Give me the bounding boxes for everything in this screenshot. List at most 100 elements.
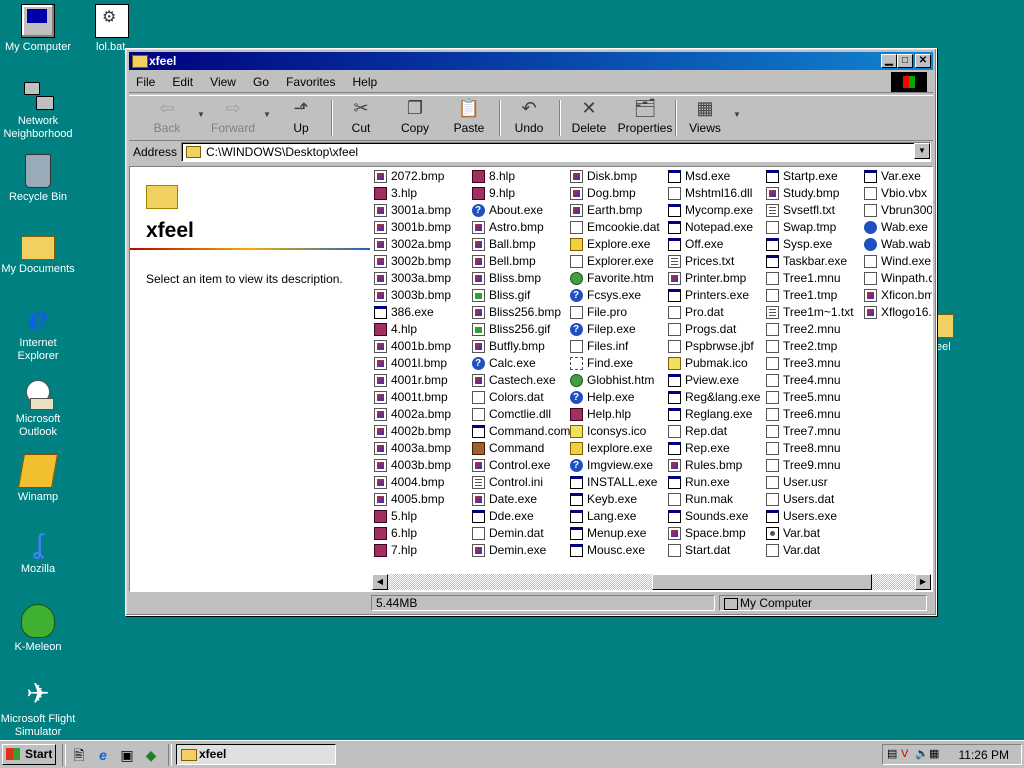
file-item[interactable]: Disk.bmp [568,168,666,185]
file-item[interactable]: Rep.dat [666,423,764,440]
menu-favorites[interactable]: Favorites [279,72,342,92]
forward-button[interactable]: ⇨ Forward [205,98,261,138]
file-item[interactable]: Tree9.mnu [764,457,862,474]
chevron-down-icon[interactable]: ▼ [197,110,205,119]
desktop-icon-microsoft-outlook[interactable]: Microsoft Outlook [0,378,76,439]
file-item[interactable]: 3003b.bmp [372,287,470,304]
chevron-down-icon[interactable]: ▼ [263,110,271,119]
file-item[interactable]: Start.dat [666,542,764,559]
desktop-icon-internet-explorer[interactable]: e Internet Explorer [0,302,76,363]
file-item[interactable]: 4001b.bmp [372,338,470,355]
file-item[interactable]: Ball.bmp [470,236,568,253]
desktop-icon-network-neighborhood[interactable]: Network Neighborhood [0,80,76,141]
file-item[interactable]: Progs.dat [666,321,764,338]
file-item[interactable]: 4.hlp [372,321,470,338]
file-item[interactable]: 4001r.bmp [372,372,470,389]
taskbar-button-xfeel[interactable]: xfeel [176,744,336,765]
file-item[interactable]: 5.hlp [372,508,470,525]
file-item[interactable]: 4002b.bmp [372,423,470,440]
file-item[interactable]: Colors.dat [470,389,568,406]
file-item[interactable]: Explorer.exe [568,253,666,270]
file-item[interactable]: Menup.exe [568,525,666,542]
scroll-thumb[interactable] [652,574,872,590]
file-item[interactable]: Control.ini [470,474,568,491]
file-item[interactable]: 3002b.bmp [372,253,470,270]
file-item[interactable]: Run.mak [666,491,764,508]
file-item[interactable]: Vbio.vbx [862,185,932,202]
back-button[interactable]: ⇦ Back [139,98,195,138]
menu-help[interactable]: Help [346,72,385,92]
horizontal-scrollbar[interactable]: ◀ ▶ [372,574,931,590]
file-item[interactable]: Tree6.mnu [764,406,862,423]
desktop-icon-winamp[interactable]: Winamp [0,454,76,504]
file-item[interactable]: Keyb.exe [568,491,666,508]
file-item[interactable]: Tree1.mnu [764,270,862,287]
file-item[interactable]: Swap.tmp [764,219,862,236]
file-item[interactable]: Castech.exe [470,372,568,389]
file-item[interactable]: 4002a.bmp [372,406,470,423]
tray-network-icon[interactable]: ▦ [929,748,941,760]
file-item[interactable]: Tree1m~1.txt [764,304,862,321]
file-item[interactable]: Tree8.mnu [764,440,862,457]
file-item[interactable]: 3.hlp [372,185,470,202]
file-item[interactable]: Tree4.mnu [764,372,862,389]
file-item[interactable]: Printers.exe [666,287,764,304]
file-item[interactable]: Globhist.htm [568,372,666,389]
up-button[interactable]: ⬏ Up [273,98,329,138]
desktop-icon-lol-bat[interactable]: lol.bat [74,4,150,54]
quicklaunch-k-meleon-icon[interactable]: ◆ [142,746,160,764]
desktop-icon-k-meleon[interactable]: K-Meleon [0,604,76,654]
file-item[interactable]: Svsetfl.txt [764,202,862,219]
file-item[interactable]: Tree2.mnu [764,321,862,338]
file-item[interactable]: Off.exe [666,236,764,253]
file-item[interactable]: 8.hlp [470,168,568,185]
file-item[interactable]: 7.hlp [372,542,470,559]
file-item[interactable]: 9.hlp [470,185,568,202]
desktop-icon-my-documents[interactable]: My Documents [0,228,76,276]
file-item[interactable]: 2072.bmp [372,168,470,185]
file-item[interactable]: Mycomp.exe [666,202,764,219]
file-item[interactable]: Rules.bmp [666,457,764,474]
file-item[interactable]: Iconsys.ico [568,423,666,440]
file-item[interactable]: 4001t.bmp [372,389,470,406]
file-item[interactable]: User.usr [764,474,862,491]
scroll-left-icon[interactable]: ◀ [372,574,388,590]
file-item[interactable]: Emcookie.dat [568,219,666,236]
file-item[interactable]: 386.exe [372,304,470,321]
file-item[interactable]: Bliss.gif [470,287,568,304]
close-button[interactable]: ✕ [915,54,931,68]
file-item[interactable]: Tree1.tmp [764,287,862,304]
file-item[interactable]: Vbrun300.c [862,202,932,219]
file-item[interactable]: Command [470,440,568,457]
desktop-icon-mozilla[interactable]: ʆ Mozilla [0,528,76,576]
file-item[interactable]: Printer.bmp [666,270,764,287]
chevron-down-icon[interactable]: ▼ [733,110,741,119]
properties-button[interactable]: 🗂 Properties [615,98,675,138]
file-item[interactable]: Astro.bmp [470,219,568,236]
file-item[interactable]: 3001b.bmp [372,219,470,236]
file-item[interactable]: Pro.dat [666,304,764,321]
file-item[interactable]: Reglang.exe [666,406,764,423]
file-item[interactable]: 3001a.bmp [372,202,470,219]
file-item[interactable]: 4005.bmp [372,491,470,508]
file-item[interactable]: Iexplore.exe [568,440,666,457]
file-item[interactable]: Winpath.da [862,270,932,287]
file-item[interactable]: Comctlie.dll [470,406,568,423]
file-item[interactable]: Var.dat [764,542,862,559]
file-item[interactable]: Date.exe [470,491,568,508]
file-item[interactable]: Butfly.bmp [470,338,568,355]
file-item[interactable]: Earth.bmp [568,202,666,219]
file-item[interactable]: Prices.txt [666,253,764,270]
file-item[interactable]: Bliss.bmp [470,270,568,287]
tray-volume-icon[interactable]: 🔈 [915,748,929,760]
maximize-button[interactable]: □ [897,54,913,68]
file-item[interactable]: Mshtml16.dll [666,185,764,202]
menu-edit[interactable]: Edit [165,72,200,92]
tray-antivirus-icon[interactable]: V [901,748,913,760]
file-item[interactable]: Rep.exe [666,440,764,457]
menu-file[interactable]: File [129,72,162,92]
file-item[interactable]: Space.bmp [666,525,764,542]
desktop-icon-recycle-bin[interactable]: Recycle Bin [0,154,76,204]
scroll-right-icon[interactable]: ▶ [915,574,931,590]
file-item[interactable]: Wab.exe [862,219,932,236]
